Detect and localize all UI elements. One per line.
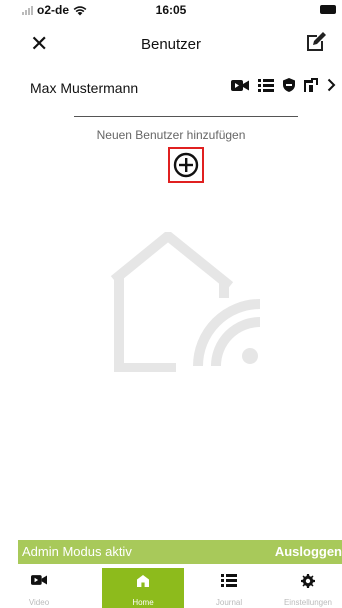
- gear-icon: [301, 574, 315, 588]
- nav-bar: ✕ Benutzer: [0, 28, 342, 62]
- divider: [74, 116, 298, 117]
- user-permission-icons: [231, 78, 336, 92]
- user-row[interactable]: Max Mustermann: [0, 72, 342, 104]
- list-icon: [221, 574, 237, 587]
- list-icon: [258, 78, 274, 92]
- logout-button[interactable]: Ausloggen: [275, 544, 342, 559]
- tab-journal-label: Journal: [215, 598, 243, 607]
- user-name: Max Mustermann: [30, 80, 139, 96]
- battery-icon: [320, 5, 336, 14]
- door-icon: [304, 78, 318, 92]
- tab-settings[interactable]: Einstellungen: [274, 568, 342, 608]
- tab-journal[interactable]: Journal: [184, 568, 274, 608]
- add-user-label: Neuen Benutzer hinzufügen: [96, 128, 246, 142]
- smart-home-logo-icon: [110, 232, 261, 372]
- tab-home[interactable]: Home: [102, 568, 184, 608]
- chevron-right-icon[interactable]: [327, 78, 336, 92]
- status-bar: o2-de 16:05: [0, 0, 342, 22]
- video-camera-icon: [31, 575, 47, 585]
- video-camera-icon: [231, 79, 249, 91]
- plus-circle-icon: [173, 152, 199, 178]
- tab-video[interactable]: Video: [18, 568, 60, 608]
- admin-mode-label: Admin Modus aktiv: [22, 544, 132, 559]
- shield-icon: [283, 78, 295, 92]
- tab-spacer: [60, 568, 102, 608]
- admin-mode-bar: Admin Modus aktiv Ausloggen: [18, 540, 342, 564]
- tab-home-label: Home: [132, 598, 154, 607]
- edit-icon[interactable]: [304, 30, 328, 54]
- add-user-button[interactable]: [168, 147, 204, 183]
- tab-settings-label: Einstellungen: [283, 598, 333, 607]
- page-title: Benutzer: [140, 36, 202, 53]
- status-time: 16:05: [155, 3, 187, 17]
- home-icon: [137, 575, 149, 587]
- tab-video-label: Video: [28, 598, 50, 607]
- tab-bar: Video Home Journal Einstellungen: [18, 568, 342, 608]
